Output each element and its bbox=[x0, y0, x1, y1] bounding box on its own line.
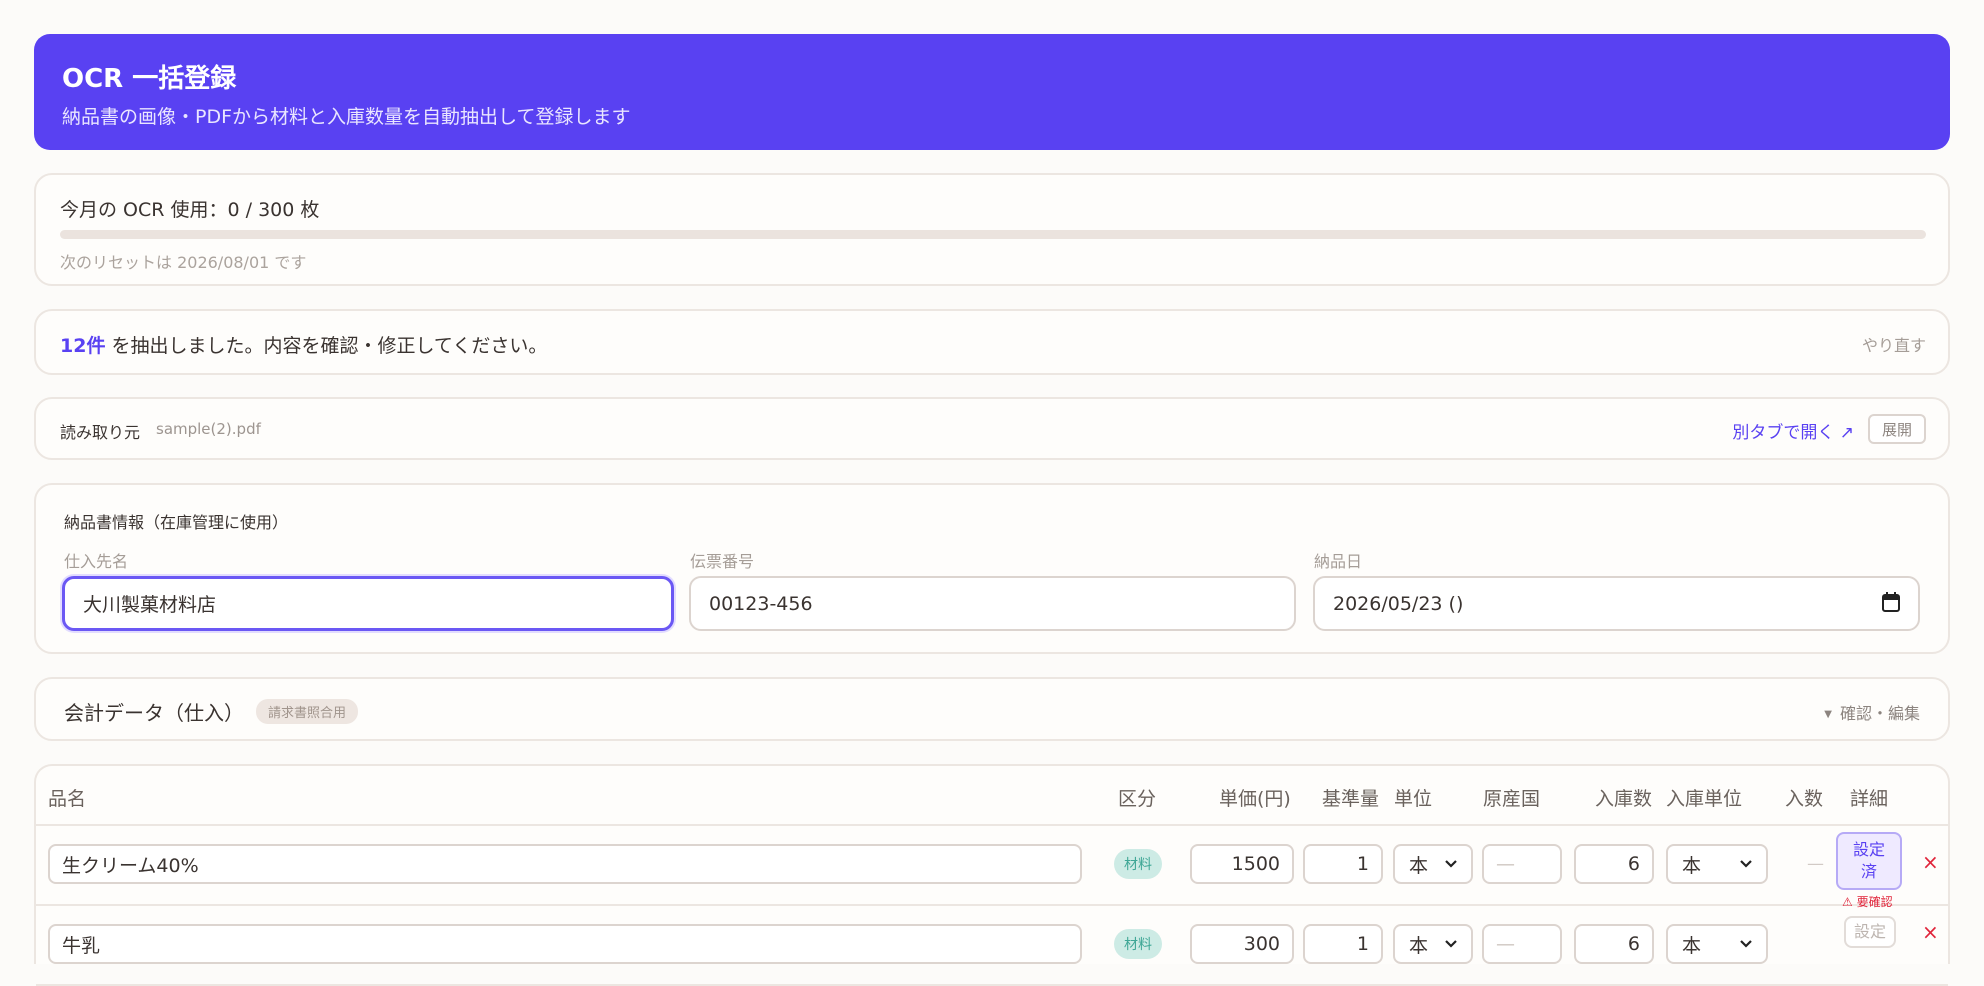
col-qty: 入庫数 bbox=[1595, 788, 1653, 810]
stock-unit-value: 本 bbox=[1682, 934, 1702, 957]
invoice-info-card: 納品書情報（在庫管理に使用） 仕入先名 大川製菓材料店 伝票番号 00123-4… bbox=[34, 483, 1950, 654]
chevron-down-icon bbox=[1445, 940, 1457, 948]
stock-unit-select[interactable]: 本 bbox=[1666, 924, 1768, 964]
extract-summary-card: 12件 を抽出しました。内容を確認・修正してください。 やり直す bbox=[34, 309, 1950, 375]
col-stock-unit: 入庫単位 bbox=[1666, 788, 1743, 810]
detail-label: 設定 bbox=[1853, 922, 1886, 941]
unit-value: 本 bbox=[1409, 854, 1429, 877]
accounting-toggle-label: 確認・編集 bbox=[1839, 704, 1920, 723]
accounting-toggle[interactable]: ▼ 確認・編集 bbox=[1824, 700, 1920, 724]
origin-value: — bbox=[1496, 853, 1515, 875]
category-tag: 材料 bbox=[1114, 849, 1162, 879]
accounting-badge: 請求書照合用 bbox=[256, 699, 359, 724]
col-base-qty: 基準量 bbox=[1322, 788, 1380, 810]
item-name-value: 牛乳 bbox=[62, 934, 101, 957]
base-qty-input[interactable]: 1 bbox=[1303, 844, 1383, 884]
category-tag: 材料 bbox=[1114, 929, 1162, 959]
table-row: 牛乳 材料 300 1 本 — 6 本 設定 × bbox=[36, 906, 1948, 986]
accounting-title: 会計データ（仕入） bbox=[64, 701, 244, 725]
qty-input[interactable]: 6 bbox=[1574, 844, 1654, 884]
qty-value: 6 bbox=[1627, 853, 1640, 875]
detail-line2: 済 bbox=[1860, 862, 1877, 881]
ocr-reset-note: 次のリセットは 2026/08/01 です bbox=[60, 253, 307, 272]
supplier-input[interactable]: 大川製菓材料店 bbox=[62, 576, 674, 631]
qty-value: 6 bbox=[1627, 933, 1640, 955]
source-file-card: 読み取り元 sample(2).pdf 別タブで開く ↗ 展開 bbox=[34, 397, 1950, 460]
extract-count: 12件 bbox=[60, 335, 106, 357]
stock-unit-select[interactable]: 本 bbox=[1666, 844, 1768, 884]
invoice-section-title: 納品書情報（在庫管理に使用） bbox=[64, 513, 289, 532]
base-qty-value: 1 bbox=[1356, 933, 1369, 955]
delivery-date-value: 2026/05/23 () bbox=[1333, 592, 1464, 615]
delivery-date-input[interactable]: 2026/05/23 () bbox=[1313, 576, 1920, 631]
slip-number-label: 伝票番号 bbox=[690, 552, 755, 571]
origin-input[interactable]: — bbox=[1482, 844, 1562, 884]
source-label: 読み取り元 bbox=[60, 423, 141, 442]
calendar-icon[interactable] bbox=[1882, 592, 1900, 612]
origin-value: — bbox=[1496, 933, 1515, 955]
page-subtitle: 納品書の画像・PDFから材料と入庫数量を自動抽出して登録します bbox=[62, 106, 631, 128]
supplier-label: 仕入先名 bbox=[64, 552, 129, 571]
ocr-usage-progress bbox=[60, 230, 1926, 239]
extract-summary: 12件 を抽出しました。内容を確認・修正してください。 bbox=[60, 331, 547, 358]
unit-select[interactable]: 本 bbox=[1393, 844, 1473, 884]
col-name: 品名 bbox=[48, 788, 87, 810]
stock-unit-value: 本 bbox=[1682, 854, 1702, 877]
table-header: 品名 区分 単価(円) 基準量 単位 原産国 入庫数 入庫単位 入数 詳細 bbox=[36, 766, 1948, 826]
chevron-down-icon bbox=[1740, 860, 1752, 868]
qty-input[interactable]: 6 bbox=[1574, 924, 1654, 964]
table-row: 生クリーム40% 材料 1500 1 本 — 6 本 — 設定 済 ⚠ 要確認 … bbox=[36, 826, 1948, 909]
unit-value: 本 bbox=[1409, 934, 1429, 957]
col-unit: 単位 bbox=[1394, 788, 1433, 810]
slip-number-input[interactable]: 00123-456 bbox=[689, 576, 1296, 631]
detail-set-button[interactable]: 設定 bbox=[1844, 916, 1896, 948]
open-in-new-tab-link[interactable]: 別タブで開く ↗ bbox=[1732, 418, 1854, 443]
ocr-usage-card: 今月の OCR 使用：0 / 300 枚 次のリセットは 2026/08/01 … bbox=[34, 173, 1950, 286]
page-title: OCR 一括登録 bbox=[62, 64, 237, 94]
delete-row-button[interactable]: × bbox=[1922, 920, 1939, 944]
unit-price-input[interactable]: 300 bbox=[1190, 924, 1294, 964]
chevron-down-icon bbox=[1445, 860, 1457, 868]
item-name-value: 生クリーム40% bbox=[62, 854, 199, 877]
delivery-date-label: 納品日 bbox=[1314, 552, 1363, 571]
caret-down-icon: ▼ bbox=[1824, 709, 1832, 720]
detail-line1: 設定 bbox=[1852, 840, 1885, 859]
item-name-input[interactable]: 生クリーム40% bbox=[48, 844, 1082, 884]
expand-button[interactable]: 展開 bbox=[1868, 414, 1926, 444]
col-origin: 原産国 bbox=[1483, 788, 1541, 810]
unit-price-value: 1500 bbox=[1231, 853, 1280, 875]
source-filename: sample(2).pdf bbox=[156, 420, 261, 438]
extract-message: を抽出しました。内容を確認・修正してください。 bbox=[105, 335, 548, 357]
page-header: OCR 一括登録 納品書の画像・PDFから材料と入庫数量を自動抽出して登録します bbox=[34, 34, 1950, 150]
unit-price-input[interactable]: 1500 bbox=[1190, 844, 1294, 884]
chevron-down-icon bbox=[1740, 940, 1752, 948]
origin-input[interactable]: — bbox=[1482, 924, 1562, 964]
slip-number-value: 00123-456 bbox=[709, 592, 813, 615]
unit-price-value: 300 bbox=[1243, 933, 1280, 955]
delete-row-button[interactable]: × bbox=[1922, 850, 1939, 874]
col-category: 区分 bbox=[1118, 788, 1157, 810]
detail-set-button[interactable]: 設定 済 bbox=[1836, 832, 1902, 890]
base-qty-input[interactable]: 1 bbox=[1303, 924, 1383, 964]
col-pack: 入数 bbox=[1785, 788, 1824, 810]
col-detail: 詳細 bbox=[1850, 788, 1889, 810]
base-qty-value: 1 bbox=[1356, 853, 1369, 875]
col-unit-price: 単価(円) bbox=[1219, 788, 1291, 810]
accounting-data-card[interactable]: 会計データ（仕入） 請求書照合用 ▼ 確認・編集 bbox=[34, 677, 1950, 741]
unit-select[interactable]: 本 bbox=[1393, 924, 1473, 964]
item-name-input[interactable]: 牛乳 bbox=[48, 924, 1082, 964]
items-table: 品名 区分 単価(円) 基準量 単位 原産国 入庫数 入庫単位 入数 詳細 生ク… bbox=[34, 764, 1950, 986]
retry-button[interactable]: やり直す bbox=[1862, 332, 1926, 356]
supplier-value: 大川製菓材料店 bbox=[83, 594, 217, 616]
pack-value: — bbox=[1807, 854, 1824, 874]
ocr-usage-label: 今月の OCR 使用：0 / 300 枚 bbox=[60, 199, 320, 221]
